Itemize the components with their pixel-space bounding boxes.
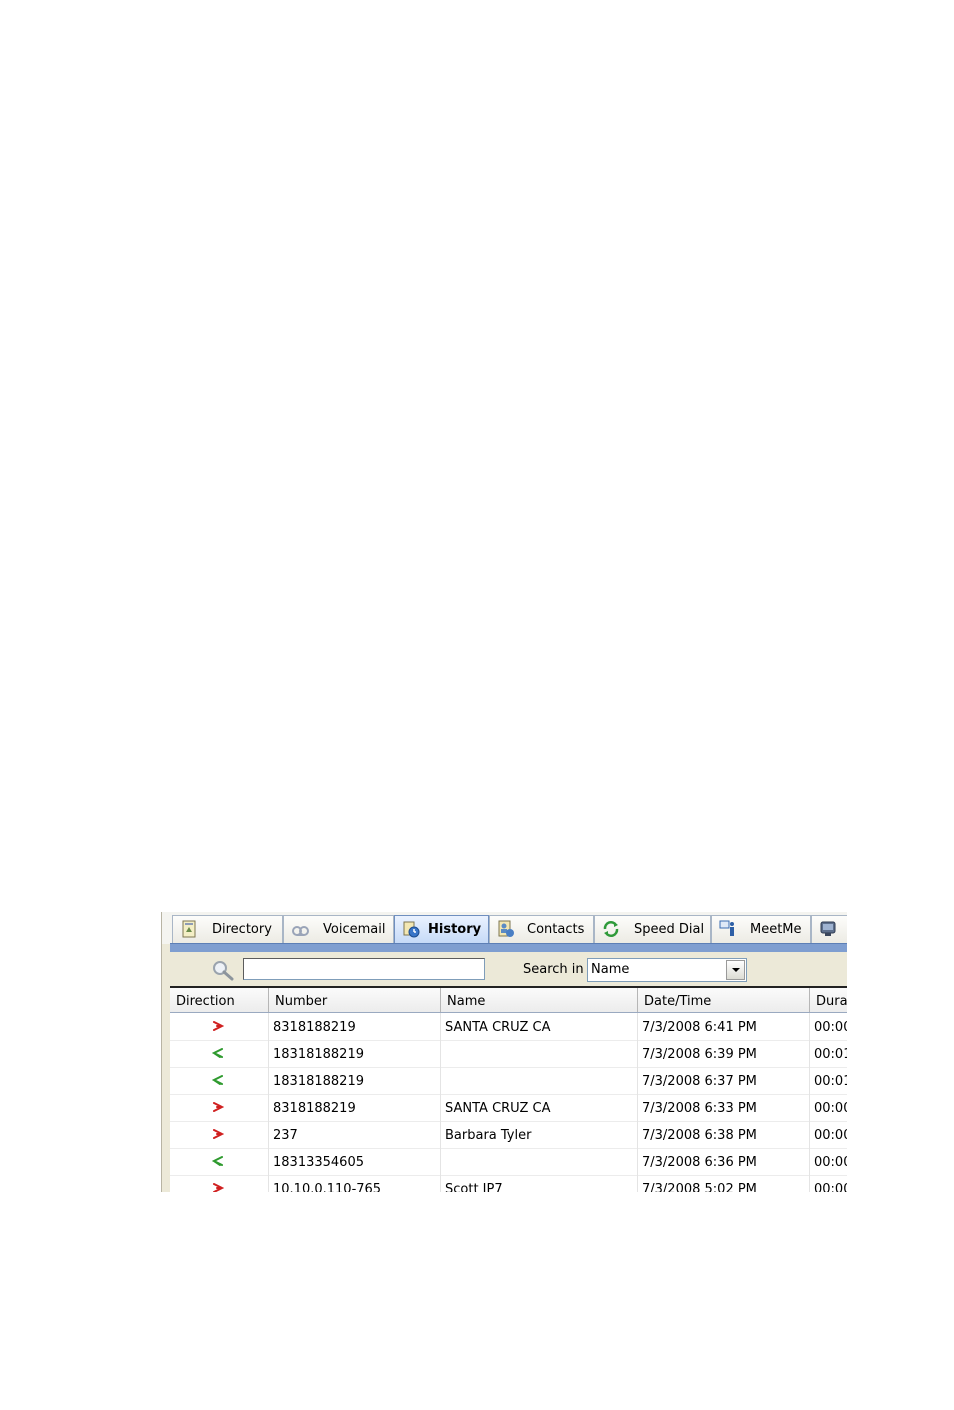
direction-cell (170, 1013, 269, 1040)
chevron-down-icon (732, 968, 740, 972)
meetme-icon (719, 920, 734, 936)
tab-voicemail[interactable]: Voicemail (283, 915, 394, 943)
column-header-name[interactable]: Name (441, 988, 638, 1012)
tab-contacts-label: Contacts (527, 922, 585, 937)
table-row[interactable]: 8318188219 SANTA CRUZ CA 7/3/2008 6:41 PM 0… (170, 1013, 847, 1041)
table-row[interactable]: 237Barbara Tyler7/3/2008 6:38 PM00:00 (170, 1121, 847, 1149)
search-field-select[interactable]: Name (587, 958, 747, 982)
contacts-icon (498, 920, 514, 937)
datetime-cell: 7/3/2008 6:41 PM (638, 1013, 810, 1040)
direction-cell (170, 1040, 269, 1067)
datetime-cell: 7/3/2008 6:39 PM (638, 1040, 810, 1067)
column-header-number[interactable]: Number (269, 988, 441, 1012)
tab-history[interactable]: History (394, 915, 489, 943)
number-cell: 10.10.0.110-765 (269, 1175, 441, 1192)
tab-bar: Directory Voicemail History Contacts Spe… (162, 912, 847, 944)
tab-history-label: History (428, 922, 482, 937)
table-row[interactable]: 18313354605 7/3/2008 6:36 PM00:00 (170, 1148, 847, 1176)
tab-contacts[interactable]: Contacts (489, 915, 594, 943)
more-tab-icon (820, 921, 836, 936)
search-input[interactable] (243, 958, 485, 980)
number-cell: 18318188219 (269, 1067, 441, 1094)
number-cell: 8318188219 (269, 1094, 441, 1121)
search-icon (213, 961, 234, 981)
search-field-value: Name (591, 962, 630, 977)
search-in-label: Search in (523, 962, 584, 977)
call-history-panel: Directory Voicemail History Contacts Spe… (161, 912, 847, 1192)
tab-meetme-label: MeetMe (750, 922, 802, 937)
tab-meetme[interactable]: MeetMe (711, 915, 811, 943)
tab-speed-dial[interactable]: Speed Dial (594, 915, 711, 943)
speed-dial-icon (603, 921, 619, 937)
number-cell: 18318188219 (269, 1040, 441, 1067)
voicemail-icon (292, 926, 309, 936)
duration-cell: 00:00 (810, 1121, 847, 1148)
datetime-cell: 7/3/2008 6:33 PM (638, 1094, 810, 1121)
incoming-call-icon (212, 1156, 223, 1166)
direction-cell (170, 1121, 269, 1148)
number-cell: 237 (269, 1121, 441, 1148)
tab-directory-label: Directory (212, 922, 272, 937)
outgoing-call-icon (213, 1102, 224, 1112)
name-cell (441, 1067, 638, 1094)
table-row[interactable]: 8318188219 SANTA CRUZ CA 7/3/2008 6:33 PM 0… (170, 1094, 847, 1122)
name-cell: SANTA CRUZ CA (441, 1094, 638, 1121)
history-icon (403, 921, 420, 938)
outgoing-call-icon (213, 1021, 224, 1031)
tab-voicemail-label: Voicemail (323, 922, 386, 937)
tab-more[interactable] (811, 915, 847, 943)
tab-directory[interactable]: Directory (172, 915, 283, 943)
datetime-cell: 7/3/2008 6:36 PM (638, 1148, 810, 1175)
column-header-datetime[interactable]: Date/Time (638, 988, 810, 1012)
directory-icon (182, 920, 196, 938)
table-row[interactable]: 10.10.0.110-765 Scott IP7 7/3/2008 5:02 PM… (170, 1175, 847, 1192)
incoming-call-icon (212, 1075, 223, 1085)
name-cell: SANTA CRUZ CA (441, 1013, 638, 1040)
tab-speed-dial-label: Speed Dial (634, 922, 705, 937)
direction-cell (170, 1067, 269, 1094)
table-row[interactable]: 18318188219 7/3/2008 6:37 PM00:01 (170, 1067, 847, 1095)
name-cell: Barbara Tyler (441, 1121, 638, 1148)
history-table: Direction Number Name Date/Time Dura 831… (170, 988, 847, 1192)
table-row[interactable]: 18318188219 7/3/2008 6:39 PM00:01 (170, 1040, 847, 1068)
datetime-cell: 7/3/2008 6:38 PM (638, 1121, 810, 1148)
name-cell: Scott IP7 (441, 1175, 638, 1192)
outgoing-call-icon (213, 1183, 224, 1192)
outgoing-call-icon (213, 1129, 224, 1139)
duration-cell: 00:00 (810, 1013, 847, 1040)
direction-cell (170, 1175, 269, 1192)
table-header: Direction Number Name Date/Time Dura (170, 988, 847, 1013)
duration-cell: 00:00 (810, 1094, 847, 1121)
tab-header-bar (170, 943, 847, 952)
duration-cell: 00:00 (810, 1175, 847, 1192)
direction-cell (170, 1148, 269, 1175)
datetime-cell: 7/3/2008 6:37 PM (638, 1067, 810, 1094)
name-cell (441, 1148, 638, 1175)
number-cell: 8318188219 (269, 1013, 441, 1040)
column-header-direction[interactable]: Direction (170, 988, 269, 1012)
datetime-cell: 7/3/2008 5:02 PM (638, 1175, 810, 1192)
incoming-call-icon (212, 1048, 223, 1058)
direction-cell (170, 1094, 269, 1121)
duration-cell: 00:00 (810, 1148, 847, 1175)
number-cell: 18313354605 (269, 1148, 441, 1175)
name-cell (441, 1040, 638, 1067)
duration-cell: 00:01 (810, 1067, 847, 1094)
duration-cell: 00:01 (810, 1040, 847, 1067)
search-toolbar: Search in Name (170, 952, 847, 986)
dropdown-button[interactable] (726, 960, 745, 980)
column-header-duration[interactable]: Dura (810, 988, 847, 1012)
